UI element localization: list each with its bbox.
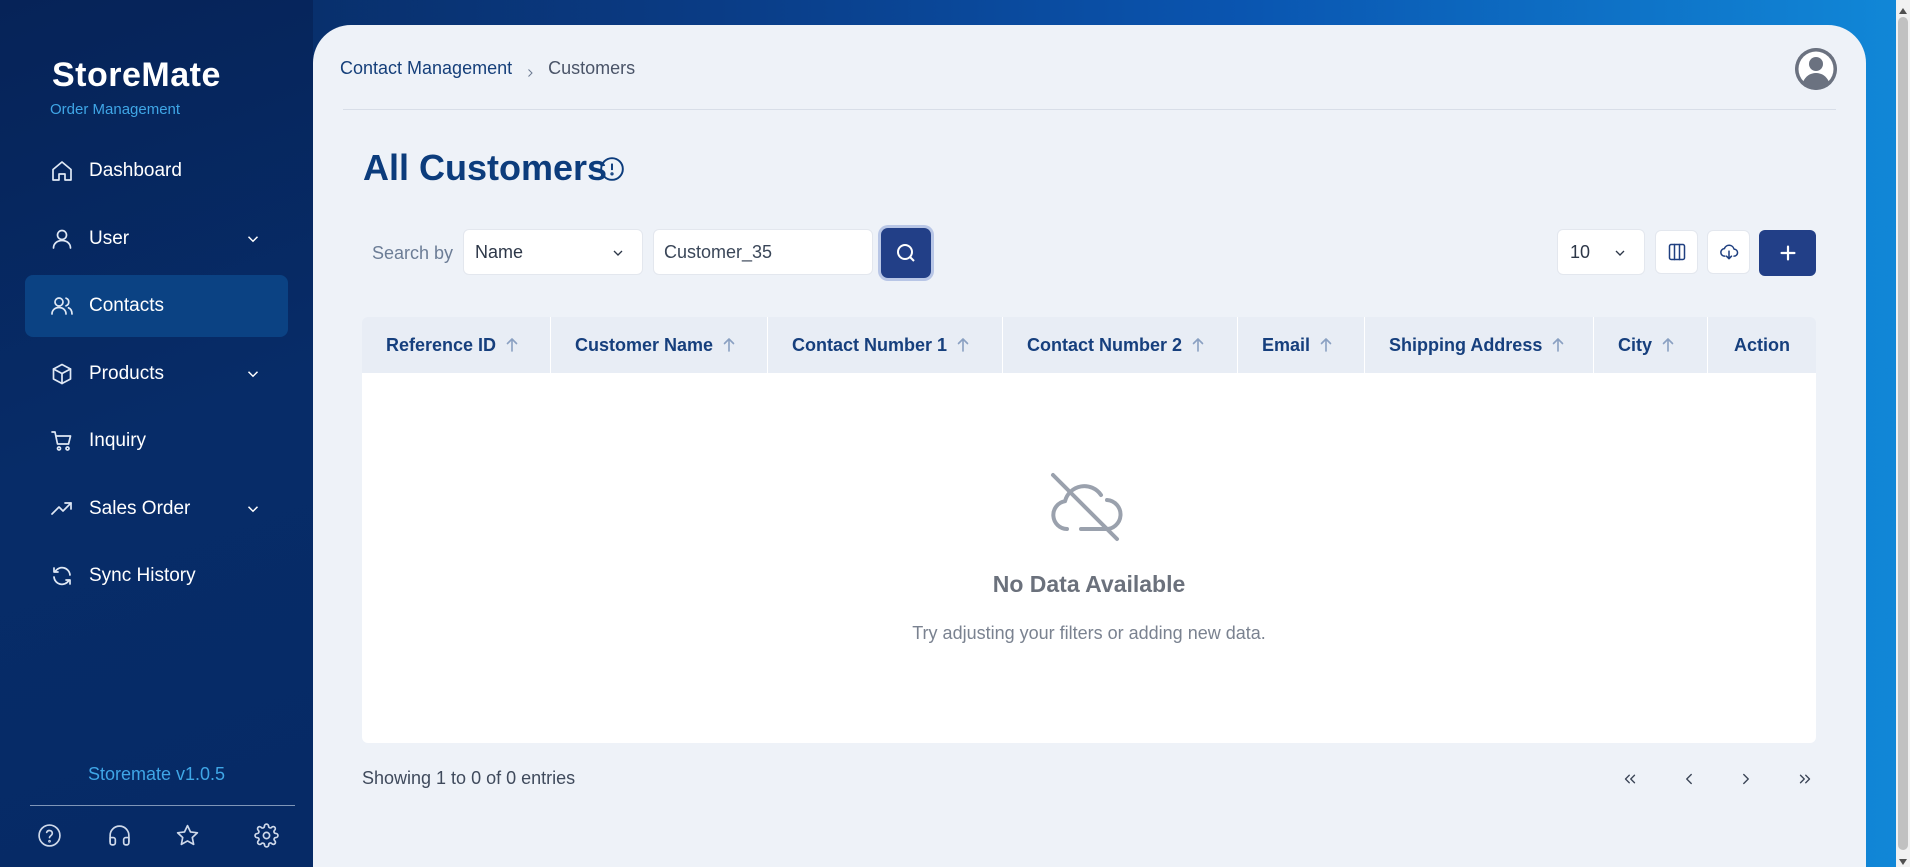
sort-arrow-icon xyxy=(505,337,519,353)
add-customer-button[interactable] xyxy=(1759,230,1816,276)
entries-summary: Showing 1 to 0 of 0 entries xyxy=(362,768,576,788)
column-action: Action xyxy=(1708,317,1816,373)
sidebar-item-inquiry[interactable]: Inquiry xyxy=(25,410,288,472)
column-label: City xyxy=(1618,334,1653,355)
column-shipping-address[interactable]: Shipping Address xyxy=(1365,317,1594,373)
chevron-down-icon xyxy=(1612,245,1628,261)
column-label: Action xyxy=(1734,334,1790,355)
sort-arrow-icon xyxy=(1191,337,1205,353)
plus-icon xyxy=(1779,245,1796,261)
user-icon xyxy=(49,226,75,252)
header-divider xyxy=(343,109,1836,110)
chevron-down-icon xyxy=(610,245,626,261)
sidebar-item-label: Sales Order xyxy=(89,497,191,519)
sidebar-item-label: Inquiry xyxy=(89,430,147,451)
sidebar-item-label: Dashboard xyxy=(89,160,182,181)
search-field-select[interactable]: Name xyxy=(463,229,643,275)
cloud-download-icon xyxy=(1719,244,1738,260)
breadcrumb-contact-management[interactable]: Contact Management xyxy=(340,58,512,79)
refresh-icon xyxy=(49,563,75,589)
breadcrumb: Contact Management Customers xyxy=(340,58,635,79)
search-input[interactable] xyxy=(653,229,873,275)
sort-arrow-icon xyxy=(956,337,970,353)
cloud-off-icon xyxy=(1045,469,1123,545)
sidebar-footer xyxy=(0,820,313,852)
chevron-down-icon xyxy=(244,230,262,248)
sidebar-item-products[interactable]: Products xyxy=(25,343,288,405)
page-scrollbar[interactable] xyxy=(1896,0,1910,867)
column-label: Reference ID xyxy=(386,334,497,355)
per-page-select[interactable]: 10 xyxy=(1557,229,1645,275)
table-header: Reference ID Customer Name Contact Numbe… xyxy=(362,317,1816,373)
sidebar-item-dashboard[interactable]: Dashboard xyxy=(25,140,288,202)
sidebar-item-sync-history[interactable]: Sync History xyxy=(25,545,288,607)
per-page-value: 10 xyxy=(1570,241,1591,262)
customers-table: Reference ID Customer Name Contact Numbe… xyxy=(362,317,1816,743)
app-subtitle: Order Management xyxy=(50,101,181,118)
chevron-down-icon xyxy=(244,500,262,518)
headset-icon[interactable] xyxy=(104,820,134,850)
column-customer-name[interactable]: Customer Name xyxy=(551,317,768,373)
home-icon xyxy=(49,158,75,184)
columns-button[interactable] xyxy=(1655,230,1698,274)
empty-state-subtitle: Try adjusting your filters or adding new… xyxy=(912,623,1266,643)
search-field-selected: Name xyxy=(475,241,524,262)
download-button[interactable] xyxy=(1707,230,1750,274)
user-avatar-icon xyxy=(1795,48,1837,90)
column-city[interactable]: City xyxy=(1594,317,1708,373)
chevron-right-icon xyxy=(524,63,536,77)
sidebar-nav: Dashboard User Contacts Products Inquiry… xyxy=(25,140,288,613)
app-logo[interactable]: StoreMate xyxy=(52,56,221,95)
sort-arrow-icon xyxy=(722,337,736,353)
help-icon[interactable] xyxy=(34,820,64,850)
sort-arrow-icon xyxy=(1661,337,1675,353)
search-by-label: Search by xyxy=(372,243,454,263)
sidebar-item-sales-order[interactable]: Sales Order xyxy=(25,478,288,540)
sidebar-item-label: User xyxy=(89,227,130,249)
scrollbar-thumb[interactable] xyxy=(1898,17,1908,850)
breadcrumb-customers: Customers xyxy=(548,58,636,78)
sidebar-divider xyxy=(30,805,295,806)
column-contact-number-2[interactable]: Contact Number 2 xyxy=(1003,317,1238,373)
column-label: Shipping Address xyxy=(1389,334,1543,355)
settings-icon[interactable] xyxy=(251,820,281,850)
scroll-up-arrow-icon[interactable] xyxy=(1898,3,1908,14)
table-body: No Data Available Try adjusting your fil… xyxy=(362,373,1816,743)
chevron-down-icon xyxy=(244,365,262,383)
column-label: Email xyxy=(1262,334,1311,355)
cart-icon xyxy=(49,428,75,454)
sidebar-item-contacts[interactable]: Contacts xyxy=(25,275,288,337)
page-title: All Customers xyxy=(363,147,608,188)
sidebar: StoreMate Order Management Dashboard Use… xyxy=(0,0,313,867)
sort-arrow-icon xyxy=(1551,337,1565,353)
search-icon xyxy=(897,244,915,262)
sidebar-item-user[interactable]: User xyxy=(25,208,288,270)
column-contact-number-1[interactable]: Contact Number 1 xyxy=(768,317,1003,373)
column-email[interactable]: Email xyxy=(1238,317,1365,373)
columns-icon xyxy=(1668,243,1685,261)
column-label: Contact Number 1 xyxy=(792,334,948,355)
scroll-down-arrow-icon[interactable] xyxy=(1898,854,1908,865)
empty-state-title: No Data Available xyxy=(992,571,1186,597)
first-page-icon[interactable] xyxy=(1618,767,1642,791)
last-page-icon[interactable] xyxy=(1793,767,1817,791)
next-page-icon[interactable] xyxy=(1734,767,1758,791)
prev-page-icon[interactable] xyxy=(1677,767,1701,791)
search-button[interactable] xyxy=(881,228,931,278)
sidebar-item-label: Products xyxy=(89,362,164,384)
sort-arrow-icon xyxy=(1319,337,1333,353)
avatar[interactable] xyxy=(1795,48,1837,90)
box-icon xyxy=(49,361,75,387)
app-version: Storemate v1.0.5 xyxy=(87,764,226,784)
users-icon xyxy=(49,293,75,319)
column-reference-id[interactable]: Reference ID xyxy=(362,317,551,373)
sidebar-item-label: Contacts xyxy=(89,295,164,316)
column-label: Contact Number 2 xyxy=(1027,334,1183,355)
column-label: Customer Name xyxy=(575,334,714,355)
trending-icon xyxy=(49,496,75,522)
main-panel: Contact Management Customers All Custome… xyxy=(313,25,1866,867)
sidebar-item-label: Sync History xyxy=(89,565,196,586)
star-icon[interactable] xyxy=(172,820,202,850)
info-icon[interactable] xyxy=(599,156,625,182)
